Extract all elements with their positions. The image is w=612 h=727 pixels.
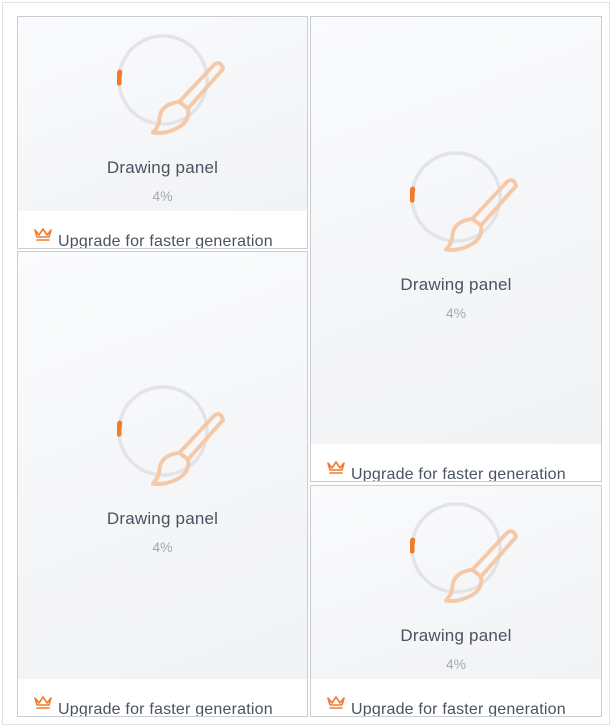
progress-ring-arc — [410, 186, 416, 203]
upgrade-banner[interactable]: Upgrade for faster generation — [18, 679, 307, 716]
paintbrush-icon — [443, 529, 519, 603]
progress-ring — [116, 34, 225, 135]
drawing-panel-card: Drawing panel 4% Upgrade for faster gene… — [310, 485, 602, 717]
progress-percent: 4% — [445, 305, 467, 321]
drawing-panels-grid: Drawing panel 4% Upgrade for faster gene… — [2, 2, 610, 725]
paintbrush-icon — [443, 178, 519, 252]
upgrade-banner[interactable]: Upgrade for faster generation — [311, 444, 601, 481]
crown-icon — [327, 696, 345, 709]
upgrade-link[interactable]: Upgrade for faster generation — [58, 233, 273, 248]
progress-ring-arc — [410, 537, 416, 554]
progress-ring-arc — [116, 420, 122, 437]
paintbrush-icon — [150, 61, 225, 135]
panel-title: Drawing panel — [106, 158, 219, 177]
progress-ring-arc — [116, 69, 122, 86]
upgrade-banner[interactable]: Upgrade for faster generation — [311, 679, 601, 716]
progress-percent: 4% — [152, 539, 173, 555]
upgrade-link[interactable]: Upgrade for faster generation — [351, 701, 566, 716]
drawing-panel-card: Drawing panel 4% Upgrade for faster gene… — [17, 251, 308, 717]
panel-title: Drawing panel — [400, 626, 512, 645]
crown-icon — [34, 696, 52, 709]
upgrade-link[interactable]: Upgrade for faster generation — [58, 701, 273, 716]
drawing-panel-card: Drawing panel 4% Upgrade for faster gene… — [17, 16, 308, 249]
paintbrush-icon — [150, 412, 225, 486]
progress-ring — [410, 151, 519, 252]
panel-title: Drawing panel — [400, 275, 512, 294]
progress-ring — [410, 502, 519, 603]
progress-percent: 4% — [152, 188, 173, 204]
panel-title: Drawing panel — [106, 509, 219, 528]
crown-icon — [34, 228, 52, 241]
upgrade-banner[interactable]: Upgrade for faster generation — [18, 211, 307, 248]
drawing-panel-card: Drawing panel 4% Upgrade for faster gene… — [310, 16, 602, 482]
progress-ring — [116, 385, 225, 486]
upgrade-link[interactable]: Upgrade for faster generation — [351, 466, 566, 481]
crown-icon — [327, 461, 345, 474]
progress-percent: 4% — [445, 656, 467, 672]
